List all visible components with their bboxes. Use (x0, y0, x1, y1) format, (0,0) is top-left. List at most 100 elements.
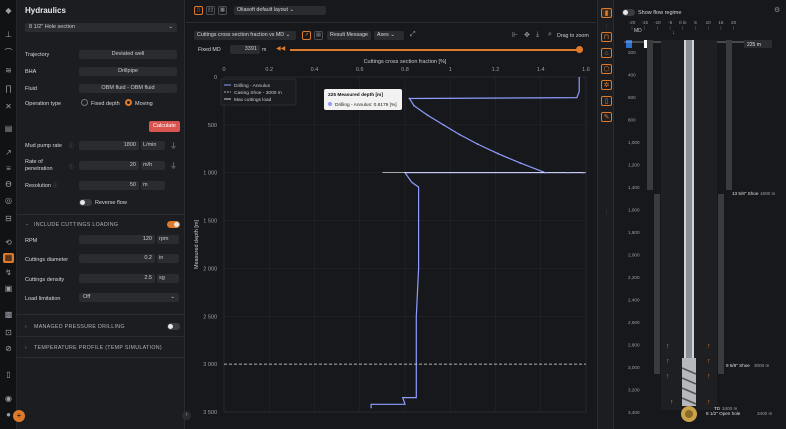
series-point (496, 152, 499, 155)
calculate-button[interactable]: Calculate (149, 121, 180, 132)
cuttings-section-title[interactable]: INCLUDE CUTTINGS LOADING (34, 222, 118, 228)
help-icon[interactable]: ◉ (3, 394, 14, 404)
md-slider-handle[interactable] (576, 46, 583, 53)
well-schematic-icon[interactable]: ▮ (601, 8, 612, 18)
md-indicator-left (626, 40, 632, 48)
depth-tick-label: 1,200 (628, 163, 640, 168)
collapse-panel-icon[interactable]: ‹ (182, 411, 191, 420)
table-icon[interactable]: ▤ (314, 31, 323, 40)
bha-select[interactable]: Drillpipe (79, 67, 177, 76)
zoom-icon[interactable]: ⌕ (548, 31, 552, 39)
chart-select[interactable]: Cuttings cross section fraction vs MD ⌄ (194, 31, 296, 40)
rpm-unit[interactable]: rpm (157, 235, 179, 244)
download-icon[interactable]: ⤓ (536, 31, 539, 39)
depth-tick-label: 1,000 (628, 140, 640, 145)
tools-icon[interactable]: ✕ (3, 102, 14, 112)
show-flow-regime-toggle[interactable] (622, 9, 635, 16)
mud-pump-rate-unit[interactable]: L/min (141, 141, 165, 150)
flow-icon[interactable]: ↯ (3, 268, 14, 278)
rpm-input[interactable]: 120 (79, 235, 155, 244)
filter-icon[interactable]: ⏚ (170, 161, 177, 171)
load-limitation-label: Load limitation (25, 296, 61, 302)
axes-select[interactable]: Axes ⌄ (374, 31, 404, 40)
casing-13-left (647, 40, 653, 190)
cuttings-toggle[interactable] (167, 221, 180, 228)
document-icon[interactable]: ▯ (3, 370, 14, 380)
split-layout-icon[interactable]: ▯▯ (206, 6, 215, 15)
y-tick-label: 1 000 (203, 171, 217, 177)
more-icon[interactable]: ⋮ (604, 210, 609, 216)
layout-select[interactable]: Oliasoft default layout ⌄ (234, 6, 326, 15)
cuttings-chart[interactable]: 0 0.2 0.4 0.6 0.8 1 1.2 1.4 1.6 0 500 1 000 1 500 2 0… (186, 55, 596, 429)
legend-icon[interactable]: ⊩ (512, 31, 518, 39)
fixed-md-input[interactable]: 3391 (230, 45, 260, 54)
wellbore-svg: -20 -15 -10 -5 0 in 5 10 15 20 200 400 600 800 1,000… (624, 20, 775, 422)
mpd-section-title[interactable]: MANAGED PRESSURE DRILLING (34, 324, 125, 330)
trajectory-icon[interactable]: ⌒ (3, 48, 14, 58)
temperature-section-title[interactable]: TEMPERATURE PROFILE (TEMP SIMULATION) (34, 345, 162, 351)
trajectory-select[interactable]: Deviated well (79, 50, 177, 59)
rop-unit[interactable]: m/h (141, 161, 165, 170)
hydraulics-icon[interactable]: ▦ (3, 253, 14, 263)
pressure-icon[interactable]: ≡ (3, 164, 14, 174)
cube-icon[interactable]: ⬡ (601, 64, 612, 74)
settings-icon[interactable]: ✲ (601, 80, 612, 90)
step-back-icon[interactable]: ◀◀ (276, 45, 285, 52)
md-slider-track[interactable] (290, 49, 580, 51)
single-layout-icon[interactable]: ▯ (194, 6, 203, 15)
line-chart-icon[interactable]: ↗ (302, 31, 311, 40)
formation-icon[interactable]: ≋ (3, 66, 14, 76)
x-tick-label: 1 (449, 67, 452, 73)
cuttings-diameter-unit[interactable]: in (157, 254, 179, 263)
reverse-flow-toggle[interactable] (79, 199, 92, 206)
chevron-right-icon[interactable]: › (25, 345, 27, 351)
cuttings-density-input[interactable]: 2.5 (79, 274, 155, 283)
fluid-select[interactable]: OBM fluid - OBM fluid (79, 84, 177, 93)
fixed-depth-radio[interactable] (81, 99, 88, 106)
mud-pump-rate-input[interactable]: 1800 (79, 141, 139, 150)
shoe2-depth: 3000 m (754, 363, 769, 368)
rop-input[interactable]: 20 (79, 161, 139, 170)
resolution-input[interactable]: 50 (79, 181, 139, 190)
blocked-icon[interactable]: ⊘ (3, 344, 14, 354)
expand-icon[interactable]: ⤢ (410, 31, 416, 39)
load-limitation-select[interactable]: Off ⌄ (79, 293, 179, 302)
drag-to-zoom-label[interactable]: Drag to zoom (557, 33, 589, 39)
target-icon[interactable]: ◎ (3, 196, 14, 206)
temperature-icon[interactable]: ϴ (3, 180, 14, 190)
resolution-unit[interactable]: m (141, 181, 165, 190)
grid-icon[interactable]: ▩ (3, 310, 14, 320)
grid-layout-icon[interactable]: ▦ (218, 6, 227, 15)
column-icon[interactable]: ▯ (601, 96, 612, 106)
pan-icon[interactable]: ✥ (524, 31, 530, 39)
app-logo-icon[interactable]: ◆ (3, 6, 14, 16)
gear-icon[interactable]: ⚙ (774, 6, 780, 14)
top-tick-label: 10 (706, 20, 712, 25)
lock-icon[interactable]: ⌂ (601, 48, 612, 58)
casing-icon[interactable]: ∏ (3, 84, 14, 94)
flow-up-arrow-icon: ↑ (666, 373, 670, 380)
well-icon[interactable]: ⊥ (3, 30, 14, 40)
moving-radio[interactable] (125, 99, 132, 106)
section-select[interactable]: 8 1/2" Hole section ⌄ (25, 23, 177, 32)
report-icon[interactable]: ▣ (3, 284, 14, 294)
notes-icon[interactable]: ✎ (601, 112, 612, 122)
divider (186, 22, 596, 23)
bin-icon[interactable]: ⊡ (3, 328, 14, 338)
torque-icon[interactable]: ⟲ (3, 238, 14, 248)
lock-icon[interactable]: ▤ (3, 124, 14, 134)
filter-icon[interactable]: ⏚ (170, 141, 177, 151)
chevron-down-icon[interactable]: ⌄ (25, 221, 29, 227)
cuttings-diameter-input[interactable]: 0.2 (79, 254, 155, 263)
fixed-md-unit[interactable]: m (262, 47, 266, 53)
stack-icon[interactable]: ⊟ (3, 214, 14, 224)
mpd-toggle[interactable] (167, 323, 180, 330)
cuttings-density-unit[interactable]: sg (157, 274, 179, 283)
chevron-right-icon[interactable]: › (25, 324, 27, 330)
result-message-button[interactable]: Result Message (327, 31, 371, 40)
chart-icon[interactable]: ↗ (3, 148, 14, 158)
legend-item-max: Max cuttings load (234, 97, 272, 103)
pipe-icon[interactable]: ⊓ (601, 32, 612, 42)
more-icon[interactable]: ⋮ (604, 24, 609, 30)
add-icon[interactable]: + (13, 410, 25, 422)
